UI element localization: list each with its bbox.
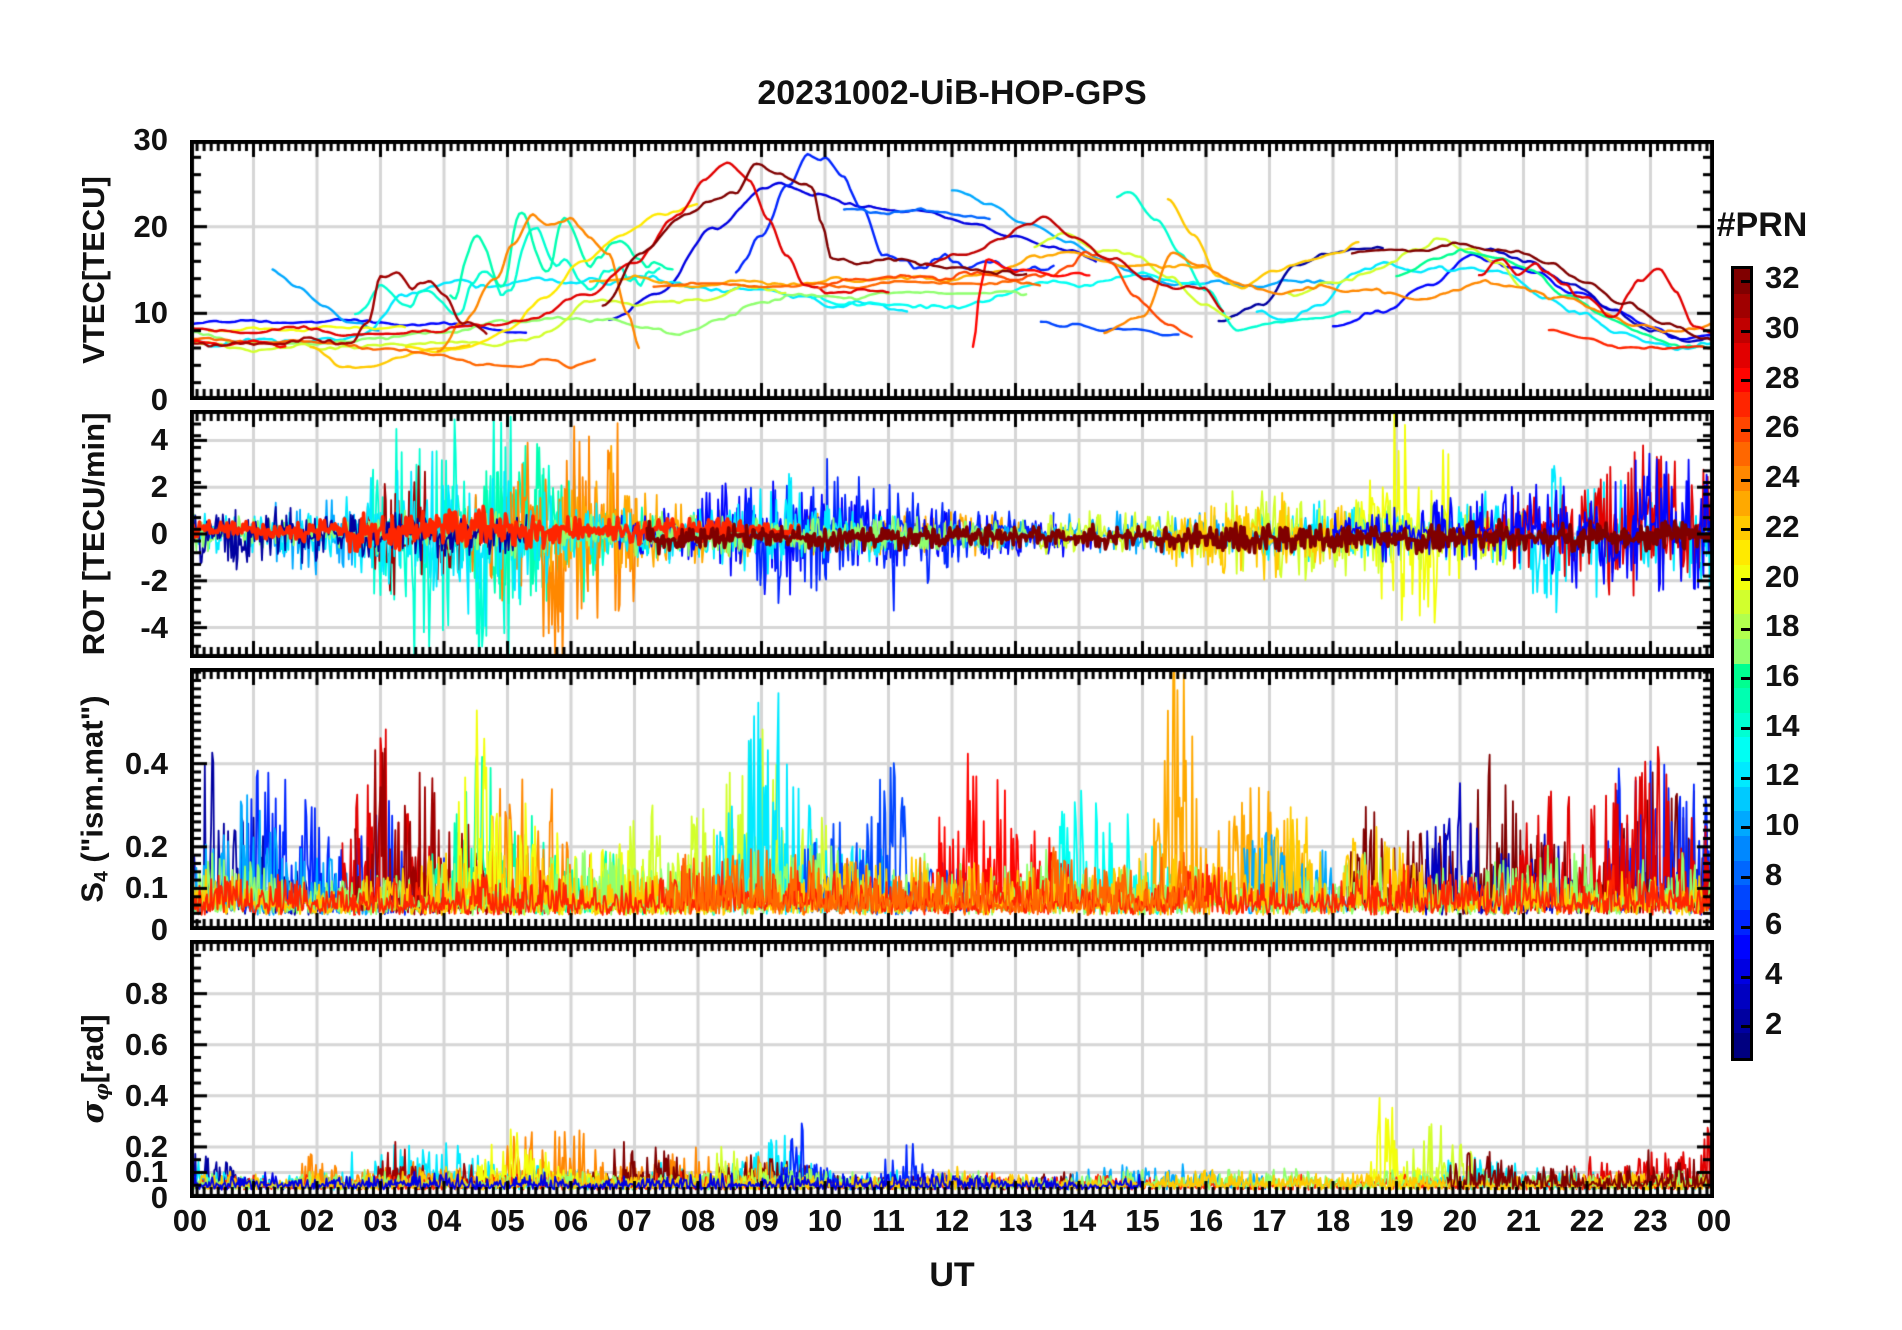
colorbar-tick bbox=[1741, 727, 1750, 731]
colorbar-tick bbox=[1741, 776, 1750, 780]
colorbar-block-prn-5 bbox=[1734, 934, 1750, 960]
y-axis-label-sigma-phi: σφ[rad] bbox=[75, 1014, 113, 1123]
colorbar-tick-label: 18 bbox=[1765, 608, 1800, 644]
y-axis-label-part: ROT [TECU/min] bbox=[76, 412, 111, 656]
colorbar-block-prn-11 bbox=[1734, 786, 1750, 812]
y-tick-label-sigma-phi: 0.8 bbox=[124, 975, 168, 1011]
panel-sigma-phi bbox=[190, 940, 1714, 1198]
colorbar-tick-label: 26 bbox=[1765, 409, 1800, 445]
colorbar-tick bbox=[1741, 329, 1750, 333]
colorbar-tick bbox=[1741, 677, 1750, 681]
colorbar-block-prn-15 bbox=[1734, 688, 1750, 713]
colorbar-tick-label: 16 bbox=[1765, 657, 1800, 693]
colorbar-block-prn-2 bbox=[1734, 1008, 1750, 1034]
y-axis-label-part: σ bbox=[74, 1100, 111, 1124]
colorbar-title: #PRN bbox=[1716, 206, 1808, 244]
colorbar-block-prn-10 bbox=[1734, 811, 1750, 837]
colorbar-tick bbox=[1741, 428, 1750, 432]
colorbar-tick-label: 8 bbox=[1765, 856, 1783, 892]
y-tick-label-sigma-phi: 0.2 bbox=[124, 1128, 168, 1164]
y-axis-label-vtec: VTEC[TECU] bbox=[76, 176, 112, 364]
colorbar-tick bbox=[1741, 478, 1750, 482]
colorbar-block-prn-9 bbox=[1734, 836, 1750, 861]
colorbar-block-prn-8 bbox=[1734, 860, 1750, 886]
colorbar-block-prn-21 bbox=[1734, 540, 1750, 565]
colorbar-tick bbox=[1741, 279, 1750, 283]
colorbar-tick-label: 6 bbox=[1765, 906, 1783, 942]
colorbar-tick-label: 2 bbox=[1765, 1005, 1783, 1041]
colorbar-tick-label: 24 bbox=[1765, 459, 1800, 495]
x-axis-label: UT bbox=[929, 1256, 975, 1294]
colorbar-block-prn-1 bbox=[1734, 1033, 1750, 1058]
colorbar-tick bbox=[1741, 1025, 1750, 1029]
colorbar-tick-label: 10 bbox=[1765, 806, 1800, 842]
colorbar-tick-label: 12 bbox=[1765, 757, 1800, 793]
y-axis-label-rot: ROT [TECU/min] bbox=[76, 413, 112, 656]
chart-title: 20231002-UiB-HOP-GPS bbox=[757, 74, 1147, 112]
colorbar-block-prn-19 bbox=[1734, 589, 1750, 615]
colorbar-block-prn-29 bbox=[1734, 342, 1750, 368]
colorbar-tick bbox=[1741, 876, 1750, 880]
panel-rot bbox=[190, 410, 1714, 658]
colorbar-tick-label: 14 bbox=[1765, 707, 1800, 743]
colorbar-tick-label: 28 bbox=[1765, 359, 1800, 395]
colorbar-block-prn-18 bbox=[1734, 614, 1750, 639]
y-axis-label-s4: S4 ("ism.mat") bbox=[74, 695, 113, 902]
colorbar-block-prn-27 bbox=[1734, 392, 1750, 417]
panel-vtec bbox=[190, 140, 1714, 400]
colorbar-tick bbox=[1741, 826, 1750, 830]
y-axis-label-part: 4 bbox=[91, 871, 113, 882]
y-axis-label-part: φ bbox=[90, 1083, 114, 1101]
colorbar-tick-label: 32 bbox=[1765, 260, 1800, 296]
y-tick-label-vtec: 30 bbox=[133, 122, 168, 157]
colorbar-tick bbox=[1741, 627, 1750, 631]
colorbar-bar bbox=[1731, 266, 1753, 1061]
panel-canvas-rot bbox=[190, 410, 1714, 658]
y-tick-label-s4: 0 bbox=[150, 912, 168, 947]
colorbar-block-prn-14 bbox=[1734, 712, 1750, 738]
colorbar-block-prn-25 bbox=[1734, 441, 1750, 467]
colorbar-tick bbox=[1741, 925, 1750, 929]
colorbar-block-prn-3 bbox=[1734, 984, 1750, 1009]
colorbar-tick bbox=[1741, 528, 1750, 532]
y-axis-label-part: VTEC[TECU] bbox=[76, 176, 111, 364]
y-axis-label-part: [rad] bbox=[74, 1014, 110, 1084]
colorbar-block-prn-7 bbox=[1734, 885, 1750, 911]
colorbar-block-prn-23 bbox=[1734, 490, 1750, 516]
colorbar-tick bbox=[1741, 975, 1750, 979]
colorbar-block-prn-13 bbox=[1734, 737, 1750, 763]
colorbar-tick bbox=[1741, 379, 1750, 383]
y-axis-label-part: ("ism.mat") bbox=[74, 695, 110, 872]
panel-canvas-vtec bbox=[190, 140, 1714, 400]
x-tick-label: 00 bbox=[1696, 1203, 1732, 1238]
colorbar-tick-label: 22 bbox=[1765, 508, 1800, 544]
figure: 20231002-UiB-HOP-GPS UT #PRN 0 10 20 30 VTEC… bbox=[0, 0, 1902, 1330]
colorbar-tick bbox=[1741, 578, 1750, 582]
panel-s4 bbox=[190, 668, 1714, 930]
colorbar-block-prn-4 bbox=[1734, 959, 1750, 985]
y-axis-label-part: S bbox=[74, 881, 110, 903]
panel-canvas-s4 bbox=[190, 668, 1714, 930]
panel-canvas-sigma-phi bbox=[190, 940, 1714, 1198]
colorbar-block-prn-16 bbox=[1734, 663, 1750, 689]
colorbar-block-prn-17 bbox=[1734, 638, 1750, 664]
colorbar-block-prn-31 bbox=[1734, 293, 1750, 319]
colorbar-block-prn-6 bbox=[1734, 910, 1750, 935]
colorbar-tick-label: 20 bbox=[1765, 558, 1800, 594]
colorbar-tick-label: 30 bbox=[1765, 310, 1800, 346]
colorbar-block-prn-12 bbox=[1734, 762, 1750, 787]
colorbar-tick-label: 4 bbox=[1765, 956, 1783, 992]
